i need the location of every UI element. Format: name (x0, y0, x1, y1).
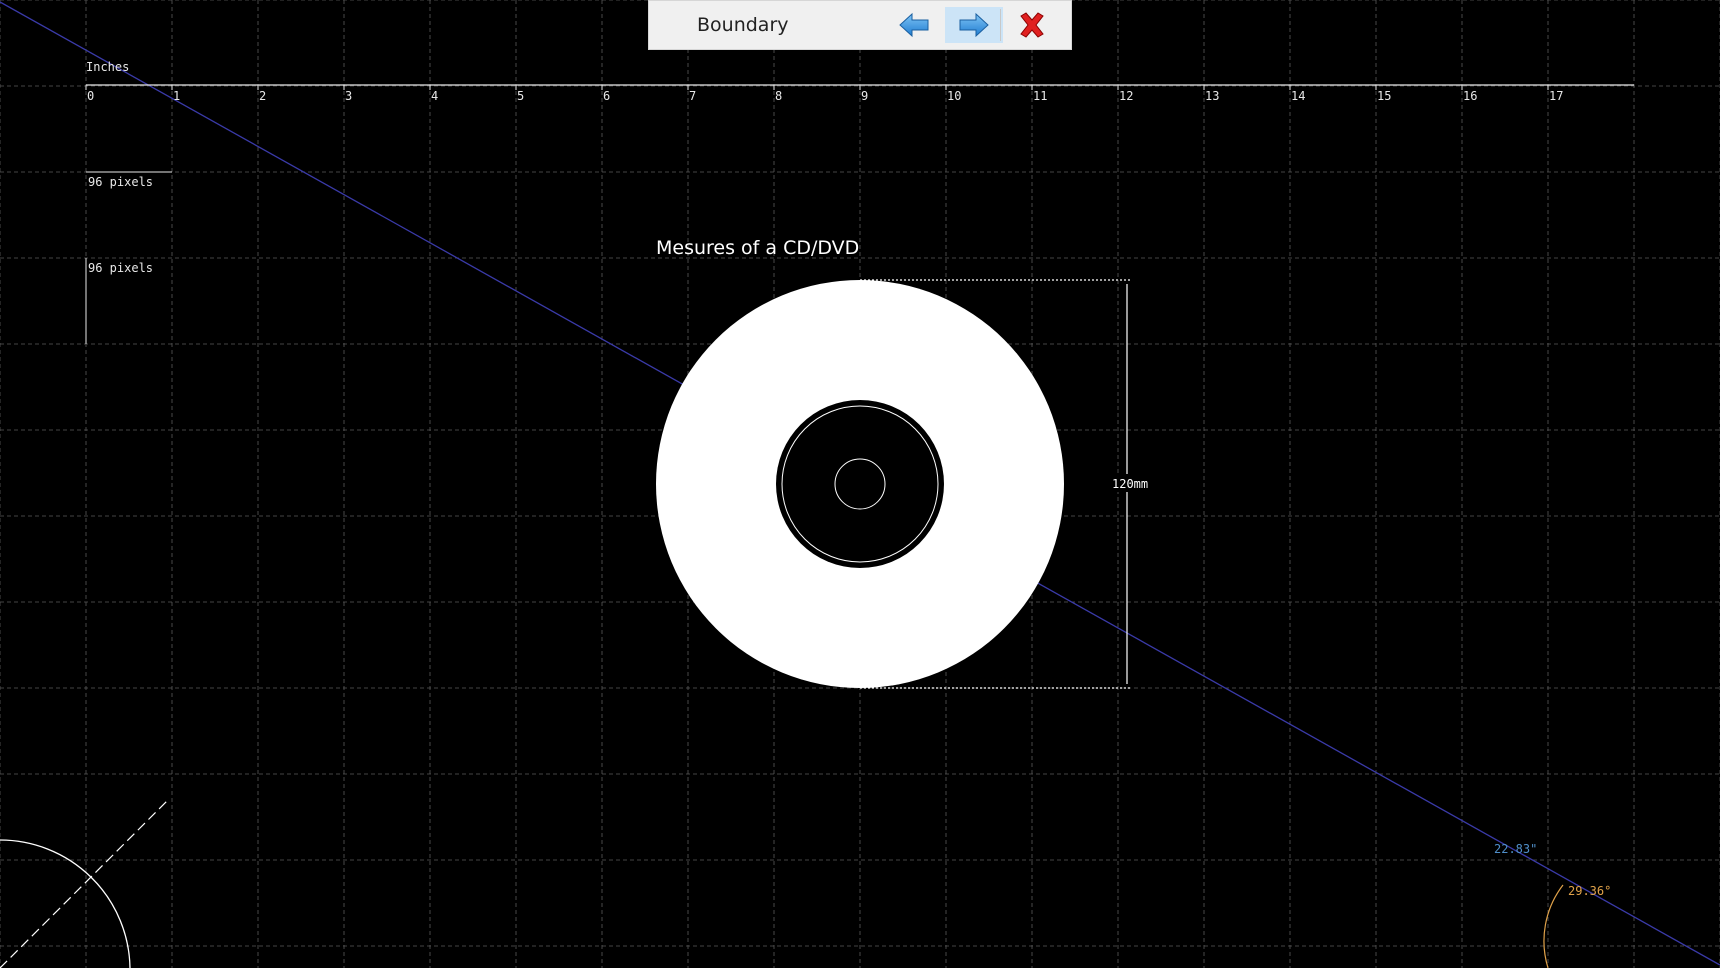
ruler-unit-label: Inches (86, 60, 129, 74)
ruler-tick-label: 2 (259, 89, 266, 103)
vertical-scale-label: 96 pixels (88, 261, 153, 275)
ruler-tick-label: 4 (431, 89, 438, 103)
drawing-canvas[interactable]: Inches 0 1 2 3 4 5 6 7 8 9 10 11 12 13 14 15 16 17 96 pix… (0, 0, 1720, 968)
ruler-ticks: 0 1 2 3 4 5 6 7 8 9 10 11 12 13 14 15 16 17 (85, 85, 1563, 103)
ruler-tick-label: 1 (173, 89, 180, 103)
close-button[interactable] (1013, 7, 1051, 43)
ruler-tick-label: 6 (603, 89, 610, 103)
horizontal-scale-label: 96 pixels (88, 175, 153, 189)
ruler-tick-label: 12 (1119, 89, 1133, 103)
length-readout: 22.83" (1494, 842, 1537, 856)
cd-hub-ring (776, 400, 944, 568)
screen-annotation-canvas[interactable]: Inches 0 1 2 3 4 5 6 7 8 9 10 11 12 13 14 15 16 17 96 pix… (0, 0, 1720, 968)
ruler-tick-label: 8 (775, 89, 782, 103)
ruler-tick-label: 14 (1291, 89, 1305, 103)
close-x-icon (1020, 12, 1044, 38)
ruler-tick-label: 11 (1033, 89, 1047, 103)
ruler-tick-label: 10 (947, 89, 961, 103)
angle-arc (1543, 884, 1564, 968)
back-button[interactable] (895, 7, 933, 43)
ruler-tick-label: 3 (345, 89, 352, 103)
ruler-tick-label: 0 (87, 89, 94, 103)
protractor-arc[interactable] (0, 839, 131, 968)
ruler-tick-label: 5 (517, 89, 524, 103)
arrow-right-icon (959, 12, 989, 38)
angle-readout: 29.36° (1568, 884, 1611, 898)
ruler-tick-label: 17 (1549, 89, 1563, 103)
toolbar: Boundary (648, 0, 1072, 50)
ruler-tick-label: 7 (689, 89, 696, 103)
toolbar-separator (1000, 9, 1001, 41)
toolbar-title: Boundary (697, 14, 789, 36)
ruler-tick-label: 16 (1463, 89, 1477, 103)
ruler-tick-label: 15 (1377, 89, 1391, 103)
drawing-title: Mesures of a CD/DVD (656, 237, 859, 259)
forward-button[interactable] (945, 7, 1003, 43)
protractor-guide-line (0, 799, 169, 968)
ruler-tick-label: 9 (861, 89, 868, 103)
ruler-tick-label: 13 (1205, 89, 1219, 103)
dimension-label: 120mm (1112, 477, 1148, 491)
arrow-left-icon (899, 12, 929, 38)
